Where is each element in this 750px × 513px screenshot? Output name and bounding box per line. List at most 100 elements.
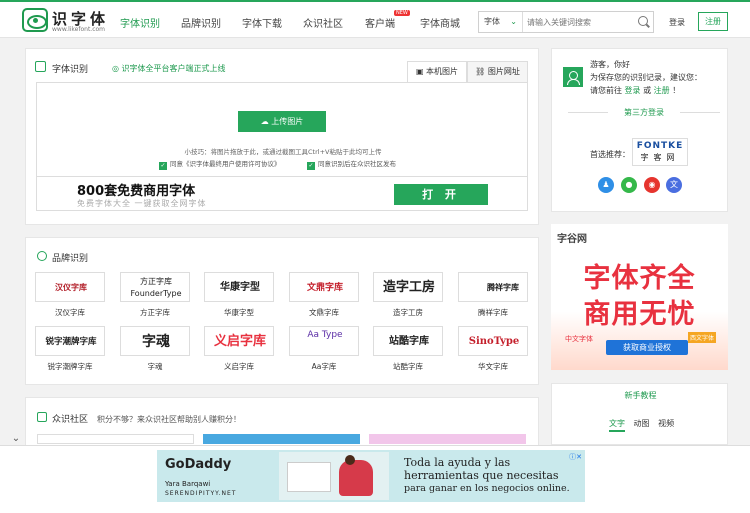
weibo-icon[interactable]: ◉	[644, 177, 660, 193]
brand-logo-zaozigongfang[interactable]: 造字工房	[373, 272, 443, 302]
tab-text[interactable]: 文字	[609, 419, 625, 432]
brand-name: 义启字库	[224, 362, 254, 371]
brand-name: Aa字库	[311, 362, 337, 371]
agree-publish-checkbox[interactable]: ✓ 同意识别后在众识社区发布	[307, 158, 396, 170]
nav-client[interactable]: 客户端	[365, 15, 395, 30]
third-party-login-label: 第三方登录	[560, 107, 728, 118]
scan-icon	[35, 61, 46, 72]
search-input[interactable]	[527, 14, 632, 30]
brand-name: 造字工房	[393, 308, 423, 317]
godaddy-ad[interactable]: GoDaddy Yara Barqawi SERENDIPITYY.NET To…	[157, 450, 585, 502]
community-thumb[interactable]	[203, 434, 360, 444]
recommend-label: 首选推荐：	[590, 150, 630, 159]
tutorial-panel: 新手教程 文字 动图 视频	[551, 383, 728, 445]
brand-name: 汉仪字库	[55, 308, 85, 317]
ad-copy-1: Toda la ayuda y las herramientas que nec…	[404, 456, 559, 482]
brand-name: 字魂	[147, 362, 163, 371]
promo-subline: 免费字体大全 一键获取全网字体	[77, 199, 207, 208]
brand-logo-zihun[interactable]: 字魂	[120, 326, 190, 356]
nav-brand-recognition[interactable]: 品牌识别	[181, 15, 221, 30]
font-license-ad[interactable]: 字谷网 字体齐全 商用无忧 中文字体 西文字体 获取商业授权	[551, 224, 728, 370]
brand-name: 方正字库	[140, 308, 170, 317]
ad-site: SERENDIPITYY.NET	[165, 490, 237, 497]
ad-copy-2: para ganar en los negocios online.	[404, 483, 570, 494]
search-icon[interactable]	[638, 16, 648, 26]
chat-icon	[37, 412, 47, 422]
user-avatar-icon	[563, 67, 583, 87]
nav-community[interactable]: 众识社区	[303, 15, 343, 30]
brand-name: 文鼎字库	[309, 308, 339, 317]
search-box: 字体 ⌄	[478, 11, 654, 33]
brand-logo-yiqi[interactable]: 义启字库	[204, 326, 274, 356]
announcement-link[interactable]: ◎ 识字体全平台客户端正式上线	[112, 63, 226, 74]
checkbox-icon: ✓	[159, 162, 167, 170]
ad-tag-western: 西文字体	[688, 332, 717, 343]
upload-image-button[interactable]: ☁ 上传图片	[238, 111, 326, 132]
baidu-icon[interactable]: 文	[666, 177, 682, 193]
brand-name: 华文字库	[478, 362, 508, 371]
register-button[interactable]: 注册	[698, 12, 728, 31]
godaddy-logo: GoDaddy	[165, 457, 232, 472]
ad-tag-chinese: 中文字体	[565, 335, 593, 343]
brand-logo-founder[interactable]: 方正字库 FounderType	[120, 272, 190, 302]
tutorial-title: 新手教程	[624, 391, 657, 400]
chevron-down-icon: ⌄	[510, 17, 517, 26]
login-link[interactable]: 登录	[669, 17, 685, 28]
brand-name: 站酷字库	[393, 362, 423, 371]
promo-headline: 800套免费商用字体	[77, 184, 196, 199]
register-link[interactable]: 注册	[654, 86, 670, 95]
new-badge: NEW	[394, 10, 410, 16]
guest-greeting: 游客，你好	[590, 60, 630, 69]
brand-logo-tengxiang[interactable]: 腾祥字库	[458, 272, 528, 302]
brand-logo-arphic[interactable]: 文鼎字库	[289, 272, 359, 302]
eye-logo-icon[interactable]	[22, 8, 48, 32]
brand-logo-dynacomware[interactable]: 华康字型	[204, 272, 274, 302]
nav-font-store[interactable]: 字体商城	[420, 15, 460, 30]
collapse-chevron-icon[interactable]: ⌄	[10, 433, 22, 445]
fontke-login-button[interactable]: FONTKE 字客网	[632, 138, 688, 166]
tab-image-url[interactable]: ⛓ 图片网址	[467, 61, 528, 83]
tutorial-tabs: 文字 动图 视频	[609, 418, 680, 432]
checkbox-icon: ✓	[307, 162, 315, 170]
brand-logo-sinotype[interactable]: SinoType	[458, 326, 528, 356]
site-header: 识字体 www.likefont.com 字体识别 品牌识别 字体下载 众识社区…	[0, 2, 750, 38]
ad-person: Yara Barqawi	[165, 480, 211, 488]
qq-icon[interactable]: ♟	[598, 177, 614, 193]
tab-video[interactable]: 视频	[658, 419, 674, 428]
community-subtitle: 积分不够？来众识社区帮助别人赚积分！	[97, 415, 241, 424]
community-thumb[interactable]	[369, 434, 526, 444]
ad-close-icon[interactable]: ⓘ✕	[569, 452, 582, 462]
ad-headline-2: 商用无忧	[583, 299, 696, 330]
wechat-icon[interactable]: ●	[621, 177, 637, 193]
font-recognition-title: 字体识别	[52, 65, 89, 75]
brand-recognition-title: 品牌识别	[52, 254, 89, 264]
brand-icon	[37, 251, 47, 261]
free-fonts-promo[interactable]: 800套免费商用字体 免费字体大全 一键获取全网字体 打 开	[36, 177, 528, 211]
brand-name: 锐字潮牌字库	[47, 362, 93, 371]
brand-logo-zcool[interactable]: 站酷字库	[373, 326, 443, 356]
nav-font-recognition[interactable]: 字体识别	[120, 15, 160, 30]
upload-dropzone[interactable]: ☁ 上传图片 小技巧：将图片拖放于此，或通过截图工具Ctrl+V粘贴于此均可上传…	[36, 82, 528, 177]
agree-license-checkbox[interactable]: ✓ 同意《识字体最终用户使用许可协议》	[159, 158, 281, 170]
ad-photo	[279, 452, 389, 500]
brand-name: 华康字型	[224, 308, 254, 317]
community-thumb[interactable]	[37, 434, 194, 444]
community-title: 众识社区	[52, 415, 89, 425]
brand-logo-hanyi[interactable]: 汉仪字库	[35, 272, 105, 302]
brand-logo-aatype[interactable]: Aa Type	[289, 326, 359, 356]
nav-font-download[interactable]: 字体下载	[242, 15, 282, 30]
brand-logo-ruizi[interactable]: 锐字潮牌字库	[35, 326, 105, 356]
guest-advice: 为保存您的识别记录，建议您：	[590, 73, 702, 82]
zigu-logo: 字谷网	[557, 234, 587, 245]
tab-gif[interactable]: 动图	[634, 419, 650, 428]
upload-tip: 小技巧：将图片拖放于此，或通过截图工具Ctrl+V粘贴于此均可上传	[184, 148, 382, 156]
tab-local-image[interactable]: ▣ 本机图片	[407, 61, 467, 83]
get-license-button[interactable]: 获取商业授权	[606, 340, 688, 355]
ad-headline-1: 字体齐全	[583, 263, 696, 294]
search-category-select[interactable]: 字体 ⌄	[479, 12, 523, 32]
brand-name: 腾祥字库	[478, 308, 508, 317]
guest-login-prompt: 请您前往 登录 或 注册 ！	[590, 86, 681, 95]
logo-url: www.likefont.com	[52, 26, 106, 33]
login-link[interactable]: 登录	[625, 86, 641, 95]
open-button[interactable]: 打 开	[394, 184, 488, 205]
